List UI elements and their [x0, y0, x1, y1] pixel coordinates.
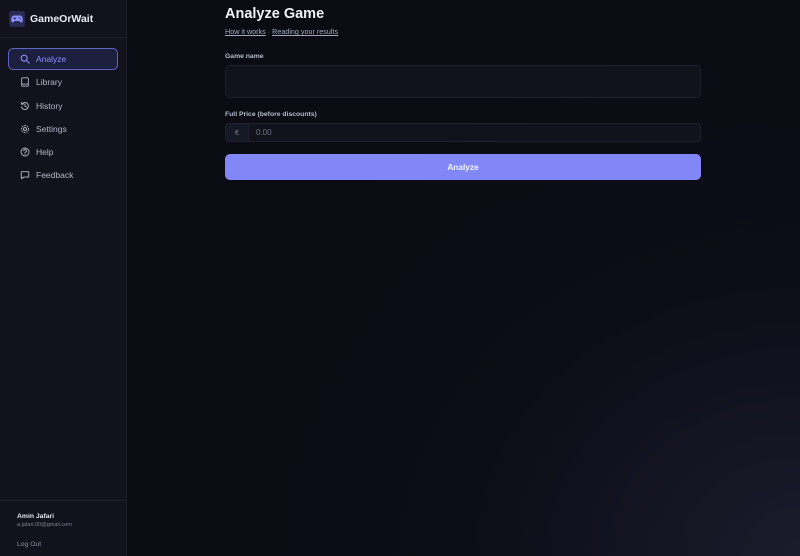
- page-title: Analyze Game: [225, 6, 325, 22]
- gear-icon: [20, 124, 30, 134]
- history-icon: [20, 101, 30, 111]
- user-panel: Amin Jafari a.jafari.00@gmail.com Log Ou…: [0, 500, 126, 556]
- game-name-input[interactable]: [225, 65, 701, 98]
- sidebar-item-feedback[interactable]: Feedback: [8, 164, 118, 186]
- game-name-label: Game name: [225, 53, 264, 60]
- sidebar-item-label: Feedback: [36, 170, 74, 181]
- user-name: Amin Jafari: [17, 513, 55, 520]
- how-it-works-link[interactable]: How it works: [225, 27, 266, 36]
- sidebar: GameOrWait Analyze Library History Setti…: [0, 0, 127, 556]
- sidebar-item-label: Help: [36, 147, 54, 158]
- sidebar-item-label: History: [36, 100, 63, 111]
- price-field: €: [225, 123, 701, 142]
- link-separator: ·: [267, 27, 271, 36]
- sidebar-nav: Analyze Library History Settings Help Fe…: [0, 38, 126, 186]
- reading-results-link[interactable]: Reading your results: [272, 27, 338, 36]
- sidebar-item-label: Library: [36, 77, 62, 88]
- search-icon: [20, 54, 30, 64]
- main-content: Analyze Game How it works · Reading your…: [127, 0, 800, 556]
- price-label: Full Price (before discounts): [225, 111, 317, 118]
- brand[interactable]: GameOrWait: [0, 0, 126, 38]
- app-name: GameOrWait: [30, 12, 94, 25]
- help-circle-icon: [20, 147, 30, 157]
- sidebar-item-label: Settings: [36, 123, 67, 134]
- help-links: How it works · Reading your results: [225, 27, 701, 36]
- currency-symbol: €: [226, 124, 249, 141]
- sidebar-item-library[interactable]: Library: [8, 71, 118, 93]
- sidebar-item-analyze[interactable]: Analyze: [8, 48, 118, 70]
- logout-link[interactable]: Log Out: [17, 541, 126, 548]
- app-root: GameOrWait Analyze Library History Setti…: [0, 0, 800, 556]
- analyze-panel: Analyze Game How it works · Reading your…: [225, 6, 701, 180]
- message-icon: [20, 170, 30, 180]
- book-icon: [20, 77, 30, 87]
- price-input[interactable]: [249, 124, 700, 141]
- analyze-button[interactable]: Analyze: [225, 154, 701, 180]
- sidebar-item-help[interactable]: Help: [8, 141, 118, 163]
- sidebar-item-label: Analyze: [36, 54, 67, 64]
- sidebar-item-settings[interactable]: Settings: [8, 118, 118, 140]
- user-email: a.jafari.00@gmail.com: [17, 522, 72, 528]
- gamepad-icon: [9, 10, 25, 27]
- sidebar-item-history[interactable]: History: [8, 95, 118, 117]
